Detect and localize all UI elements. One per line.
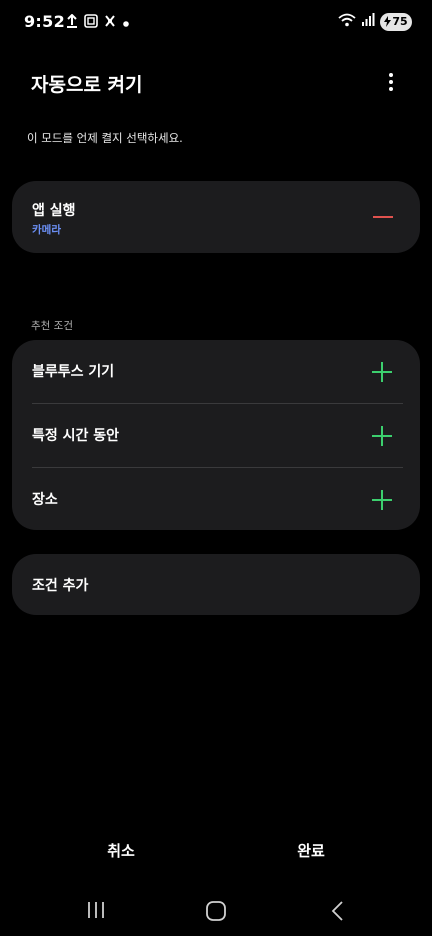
battery-icon: 75: [380, 12, 412, 31]
status-bar: 9:52 75: [0, 0, 432, 46]
nav-recent-icon: [88, 902, 104, 918]
more-vert-icon: [389, 73, 393, 91]
condition-label: 블루투스 기기: [32, 364, 115, 380]
trigger-title: 앱 실행: [32, 203, 76, 219]
nav-home-icon: [206, 901, 226, 921]
trigger-card-app-launch[interactable]: 앱 실행 카메라: [12, 181, 420, 253]
add-condition-button[interactable]: 조건 추가: [12, 554, 420, 615]
nav-recent-button[interactable]: [84, 900, 108, 920]
signal-icon: [361, 12, 375, 31]
add-bluetooth-button[interactable]: [369, 359, 395, 385]
plus-icon: [372, 362, 392, 382]
app-icon: [104, 13, 116, 32]
nav-home-button[interactable]: [205, 900, 227, 922]
add-time-period-button[interactable]: [369, 423, 395, 449]
navigation-bar: [0, 888, 432, 934]
battery-level: 75: [392, 15, 408, 28]
add-condition-label: 조건 추가: [32, 578, 89, 594]
cancel-button[interactable]: 취소: [88, 840, 154, 861]
condition-bluetooth[interactable]: 블루투스 기기: [12, 340, 420, 403]
screen: 9:52 75 자동으로 켜기 이 모드를 언제 켤지 선택하세요. 앱 실행 …: [0, 0, 432, 936]
nav-back-button[interactable]: [328, 899, 348, 923]
screenshot-icon: [84, 13, 98, 32]
system-icons: 75: [338, 12, 412, 31]
minus-icon: [373, 216, 393, 218]
status-time: 9:52: [24, 12, 65, 31]
dot-icon: [122, 13, 130, 32]
add-location-button[interactable]: [369, 487, 395, 513]
condition-time-period[interactable]: 특정 시간 동안: [12, 404, 420, 467]
condition-label: 특정 시간 동안: [32, 428, 120, 444]
suggested-conditions-card: 블루투스 기기 특정 시간 동안 장소: [12, 340, 420, 530]
trigger-app-name: 카메라: [32, 224, 61, 236]
remove-trigger-button[interactable]: [371, 206, 395, 228]
wifi-icon: [338, 12, 356, 31]
plus-icon: [372, 490, 392, 510]
nav-back-icon: [331, 901, 343, 921]
condition-label: 장소: [32, 492, 58, 508]
condition-location[interactable]: 장소: [12, 468, 420, 531]
upload-icon: [66, 13, 78, 32]
page-title: 자동으로 켜기: [31, 74, 143, 96]
suggested-conditions-label: 추천 조건: [31, 320, 73, 332]
more-options-button[interactable]: [378, 68, 404, 96]
done-button[interactable]: 완료: [278, 840, 344, 861]
page-description: 이 모드를 언제 켤지 선택하세요.: [27, 131, 183, 145]
notification-icons: [66, 13, 130, 32]
plus-icon: [372, 426, 392, 446]
